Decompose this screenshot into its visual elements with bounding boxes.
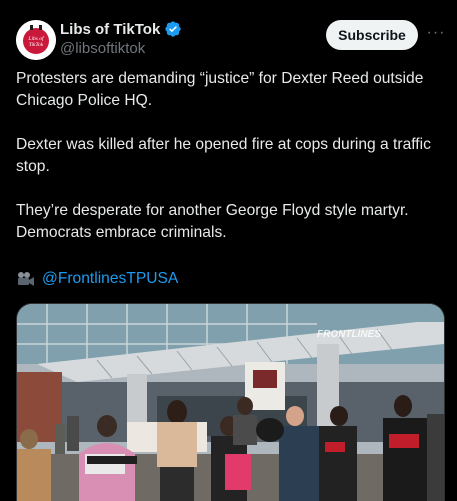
display-name[interactable]: Libs of TikTok [60, 21, 160, 38]
tweet: Libs of TikTok Libs of TikTok @libsoftik… [0, 0, 457, 501]
tweet-paragraph: Protesters are demanding “justice” for D… [16, 70, 424, 109]
video-media[interactable]: FRONTLINES [16, 303, 445, 501]
tweet-text: Protesters are demanding “justice” for D… [16, 68, 446, 244]
svg-text:TikTok: TikTok [29, 42, 44, 48]
tweet-paragraph: They’re desperate for another George Flo… [16, 202, 409, 241]
credit-link[interactable]: @FrontlinesTPUSA [42, 270, 178, 288]
svg-text:Libs of: Libs of [27, 35, 45, 42]
more-options-icon[interactable]: ··· [425, 22, 447, 44]
protest-video-frame: FRONTLINES [17, 304, 444, 501]
avatar[interactable]: Libs of TikTok [16, 20, 56, 60]
author-name-row[interactable]: Libs of TikTok [60, 20, 182, 38]
video-camera-icon [18, 272, 34, 286]
handle[interactable]: @libsoftiktok [60, 40, 145, 57]
video-watermark: FRONTLINES [317, 329, 381, 340]
subscribe-button[interactable]: Subscribe [326, 20, 418, 50]
avatar-logo-icon: Libs of TikTok [16, 20, 56, 60]
tweet-paragraph: Dexter was killed after he opened fire a… [16, 136, 431, 175]
video-credit: @FrontlinesTPUSA [16, 270, 178, 288]
verified-badge-icon [165, 21, 181, 37]
